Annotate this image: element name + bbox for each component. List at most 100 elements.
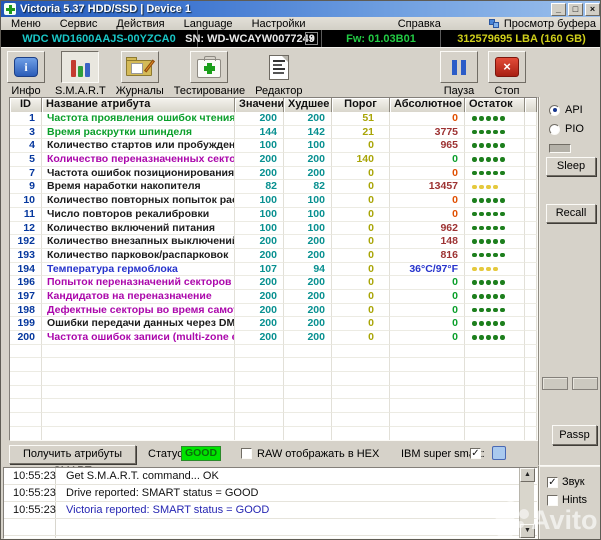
health-dot bbox=[493, 226, 498, 231]
health-dot bbox=[479, 143, 484, 148]
small-button-2[interactable] bbox=[572, 377, 598, 390]
log-timestamp: 10:55:23 bbox=[4, 485, 56, 501]
table-row[interactable]: 11Число повторов рекалибровки10010000 bbox=[10, 208, 537, 222]
cell-threshold: 0 bbox=[332, 208, 390, 222]
health-dot bbox=[500, 253, 505, 258]
health-dot bbox=[493, 130, 498, 135]
log-message: Victoria reported: SMART status = GOOD bbox=[56, 502, 269, 518]
column-header-id[interactable]: ID bbox=[10, 98, 42, 112]
api-radio[interactable] bbox=[549, 105, 560, 116]
menu-item-language[interactable]: Language bbox=[184, 18, 233, 30]
table-row[interactable]: 4Количество стартов или пробуждений10010… bbox=[10, 139, 537, 153]
log-timestamp-empty bbox=[4, 536, 56, 539]
cell-id: 1 bbox=[10, 112, 42, 126]
table-row[interactable]: 7Частота ошибок позиционирования20020000 bbox=[10, 167, 537, 181]
table-row[interactable]: 197Кандидатов на переназначение20020000 bbox=[10, 290, 537, 304]
cell-empty bbox=[390, 413, 465, 427]
cell-attribute-name: Дефектные секторы во время самотеста bbox=[42, 304, 235, 318]
pause-icon bbox=[452, 60, 466, 75]
column-header-remaining[interactable]: Остаток bbox=[465, 98, 525, 112]
sound-checkbox[interactable]: ✓ bbox=[547, 477, 558, 488]
health-dot bbox=[493, 321, 498, 326]
cell-worst: 82 bbox=[284, 180, 332, 194]
smart-button-label: S.M.A.R.T bbox=[55, 85, 106, 97]
health-dot bbox=[500, 294, 505, 299]
hints-checkbox[interactable] bbox=[547, 495, 558, 506]
menu-item-service[interactable]: Сервис bbox=[60, 18, 98, 30]
cell-value: 200 bbox=[235, 290, 284, 304]
cell-threshold: 0 bbox=[332, 180, 390, 194]
table-row[interactable]: 198Дефектные секторы во время самотеста2… bbox=[10, 304, 537, 318]
column-header-threshold[interactable]: Порог bbox=[332, 98, 390, 112]
menu-item-help[interactable]: Справка bbox=[398, 18, 441, 30]
table-row[interactable]: 193Количество парковок/распарковок200200… bbox=[10, 249, 537, 263]
column-header-raw[interactable]: Абсолютное bbox=[390, 98, 465, 112]
table-row[interactable]: 194Температура гермоблока10794036°C/97°F bbox=[10, 263, 537, 277]
maximize-button[interactable]: □ bbox=[568, 3, 583, 16]
health-dot bbox=[486, 198, 491, 203]
stop-button[interactable]: × bbox=[488, 51, 526, 83]
log-row[interactable]: 10:55:23Get S.M.A.R.T. command... OK bbox=[4, 468, 537, 485]
journals-button[interactable] bbox=[121, 51, 159, 83]
health-dot bbox=[500, 308, 505, 313]
info-button[interactable]: i bbox=[7, 51, 45, 83]
table-row-empty bbox=[10, 427, 537, 441]
sleep-button[interactable]: Sleep bbox=[546, 157, 596, 176]
drive-model: WDC WD1600AAJS-00YZCA0 bbox=[1, 30, 197, 47]
table-row[interactable]: 192Количество внезапных выключений питан… bbox=[10, 235, 537, 249]
column-header-worst[interactable]: Худшее bbox=[284, 98, 332, 112]
menu-item-settings[interactable]: Настройки bbox=[252, 18, 306, 30]
raw-hex-checkbox[interactable] bbox=[241, 448, 252, 459]
first-aid-cross-icon bbox=[197, 59, 221, 78]
passport-button[interactable]: Passp bbox=[552, 425, 597, 445]
cell-empty bbox=[235, 386, 284, 400]
scroll-down-icon[interactable]: ▼ bbox=[520, 524, 535, 538]
cell-attribute-name: Число повторов рекалибровки bbox=[42, 208, 235, 222]
table-row[interactable]: 3Время раскрутки шпинделя144142213775 bbox=[10, 126, 537, 140]
ibm-super-smart-checkbox[interactable]: ✓ bbox=[470, 448, 481, 459]
log-scrollbar[interactable]: ▲ ▼ bbox=[519, 468, 534, 538]
column-header-name[interactable]: Название атрибута bbox=[42, 98, 235, 112]
drive-bar-close-button[interactable]: x bbox=[305, 32, 318, 45]
menu-item-buffer-view[interactable]: Просмотр буфера bbox=[504, 18, 596, 30]
cell-remaining-dots bbox=[465, 139, 525, 153]
cell-filler bbox=[525, 222, 537, 236]
table-row[interactable]: 200Частота ошибок записи (multi-zone err… bbox=[10, 331, 537, 345]
info-icon: i bbox=[14, 57, 38, 77]
pio-radio[interactable] bbox=[549, 124, 560, 135]
get-smart-button[interactable]: Получить атрибуты SMART bbox=[9, 445, 136, 464]
health-dot bbox=[472, 198, 477, 203]
scroll-up-icon[interactable]: ▲ bbox=[520, 468, 535, 482]
menu-item-actions[interactable]: Действия bbox=[116, 18, 164, 30]
column-header-value[interactable]: Значение bbox=[235, 98, 284, 112]
table-row[interactable]: 5Количество переназначенных секторов2002… bbox=[10, 153, 537, 167]
cell-raw: 36°C/97°F bbox=[390, 263, 465, 277]
cell-value: 200 bbox=[235, 112, 284, 126]
health-dot bbox=[486, 335, 491, 340]
table-row[interactable]: 12Количество включений питания1001000962 bbox=[10, 222, 537, 236]
menu-item-menu[interactable]: Меню bbox=[11, 18, 41, 30]
cell-worst: 100 bbox=[284, 194, 332, 208]
health-dot bbox=[500, 321, 505, 326]
minimize-button[interactable]: _ bbox=[551, 3, 566, 16]
table-row[interactable]: 1Частота проявления ошибок чтения2002005… bbox=[10, 112, 537, 126]
cell-empty bbox=[332, 413, 390, 427]
health-dot bbox=[472, 308, 477, 313]
close-button[interactable]: × bbox=[585, 3, 600, 16]
table-row[interactable]: 10Количество повторных попыток раскрутки… bbox=[10, 194, 537, 208]
editor-button[interactable] bbox=[260, 51, 298, 83]
cell-raw: 3775 bbox=[390, 126, 465, 140]
recall-button[interactable]: Recall bbox=[546, 204, 596, 223]
log-row[interactable]: 10:55:23Victoria reported: SMART status … bbox=[4, 502, 537, 519]
health-dot bbox=[500, 143, 505, 148]
table-row[interactable]: 9Время наработки накопителя8282013457 bbox=[10, 180, 537, 194]
testing-button[interactable] bbox=[190, 51, 228, 83]
table-row[interactable]: 199Ошибки передачи данных через DMA20020… bbox=[10, 317, 537, 331]
pause-button[interactable] bbox=[440, 51, 478, 83]
table-row[interactable]: 196Попыток переназначений секторов200200… bbox=[10, 276, 537, 290]
log-row[interactable]: 10:55:23Drive reported: SMART status = G… bbox=[4, 485, 537, 502]
small-button-1[interactable] bbox=[542, 377, 568, 390]
cell-empty bbox=[235, 399, 284, 413]
smart-button[interactable] bbox=[61, 51, 99, 83]
cell-empty bbox=[42, 427, 235, 441]
